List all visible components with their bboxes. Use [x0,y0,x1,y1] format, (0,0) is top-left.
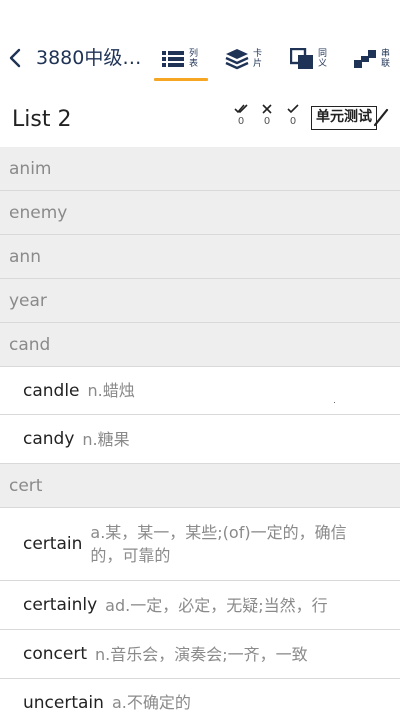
tab-chain[interactable]: 串联 [353,44,390,74]
tab-synonym-label: 同义 [318,49,328,69]
word-text: candle [23,380,80,401]
group-header-row[interactable]: ann [0,235,400,279]
stat-familiar[interactable]: 0 [234,103,248,128]
decorative-dot [334,402,335,403]
word-row[interactable]: concert n.音乐会，演奏会;一齐，一致 [0,630,400,679]
word-meaning: a.不确定的 [111,693,191,712]
word-text: certainly [23,595,98,615]
wrong-count: 0 [263,116,271,127]
tab-list[interactable]: 列表 [161,44,198,74]
tab-synonym[interactable]: 同义 [290,44,327,74]
chain-icon [354,50,376,68]
tab-cards-label: 卡片 [253,49,263,69]
book-title[interactable]: 3880中级… [36,44,148,72]
word-meaning: n.糖果 [82,429,130,449]
word-text: candy [23,429,75,449]
chevron-left-icon [9,48,21,68]
unit-test-button[interactable]: 单元测试 [311,106,377,130]
stat-wrong[interactable]: 0 [260,103,274,128]
cross-icon [262,104,272,114]
synonym-icon [290,48,313,69]
group-label: cert [9,475,43,496]
group-label: ann [9,246,41,267]
word-row[interactable]: certainly ad.一定，必定，无疑;当然，行 [0,581,400,630]
list-title: List 2 [12,107,72,132]
word-list: anim enemy ann year cand candle n.蜡烛 can… [0,147,400,712]
word-meaning: a.某，某一，某些;(of)一定的，确信的，可靠的 [90,523,347,565]
tab-chain-label: 串联 [381,49,391,69]
word-text: concert [23,644,87,664]
check-icon [287,104,299,114]
word-meaning: ad.一定，必定，无疑;当然，行 [105,595,328,615]
word-row[interactable]: candle n.蜡烛 [0,367,400,415]
active-tab-indicator [154,78,208,81]
group-label: year [9,290,47,311]
group-label: anim [9,158,52,179]
word-text: uncertain [23,692,104,712]
group-header-row[interactable]: cert [0,464,400,508]
group-header-row[interactable]: cand [0,323,400,367]
word-row[interactable]: candy n.糖果 [0,415,400,464]
word-meaning: n.蜡烛 [87,381,135,400]
list-icon [162,51,184,67]
word-row[interactable]: certain a.某，某一，某些;(of)一定的，确信的，可靠的 [0,508,400,581]
word-meaning: n.音乐会，演奏会;一齐，一致 [94,644,308,664]
group-label: cand [9,334,51,355]
double-check-icon [234,104,248,114]
familiar-count: 0 [237,116,245,127]
group-header-row[interactable]: anim [0,147,400,191]
stat-correct[interactable]: 0 [286,103,300,128]
word-row[interactable]: uncertain a.不确定的 [0,679,400,712]
cards-icon [225,49,249,70]
group-header-row[interactable]: enemy [0,191,400,235]
correct-count: 0 [289,116,297,127]
top-bar: 3880中级… 列表 卡片 同义 串 联 [0,0,400,90]
pencil-icon [373,108,389,127]
back-button[interactable] [5,46,25,70]
group-header-row[interactable]: year [0,279,400,323]
word-text: certain [23,534,83,554]
group-label: enemy [9,202,68,223]
tab-list-label: 列表 [189,49,199,69]
tab-cards[interactable]: 卡片 [225,44,262,74]
